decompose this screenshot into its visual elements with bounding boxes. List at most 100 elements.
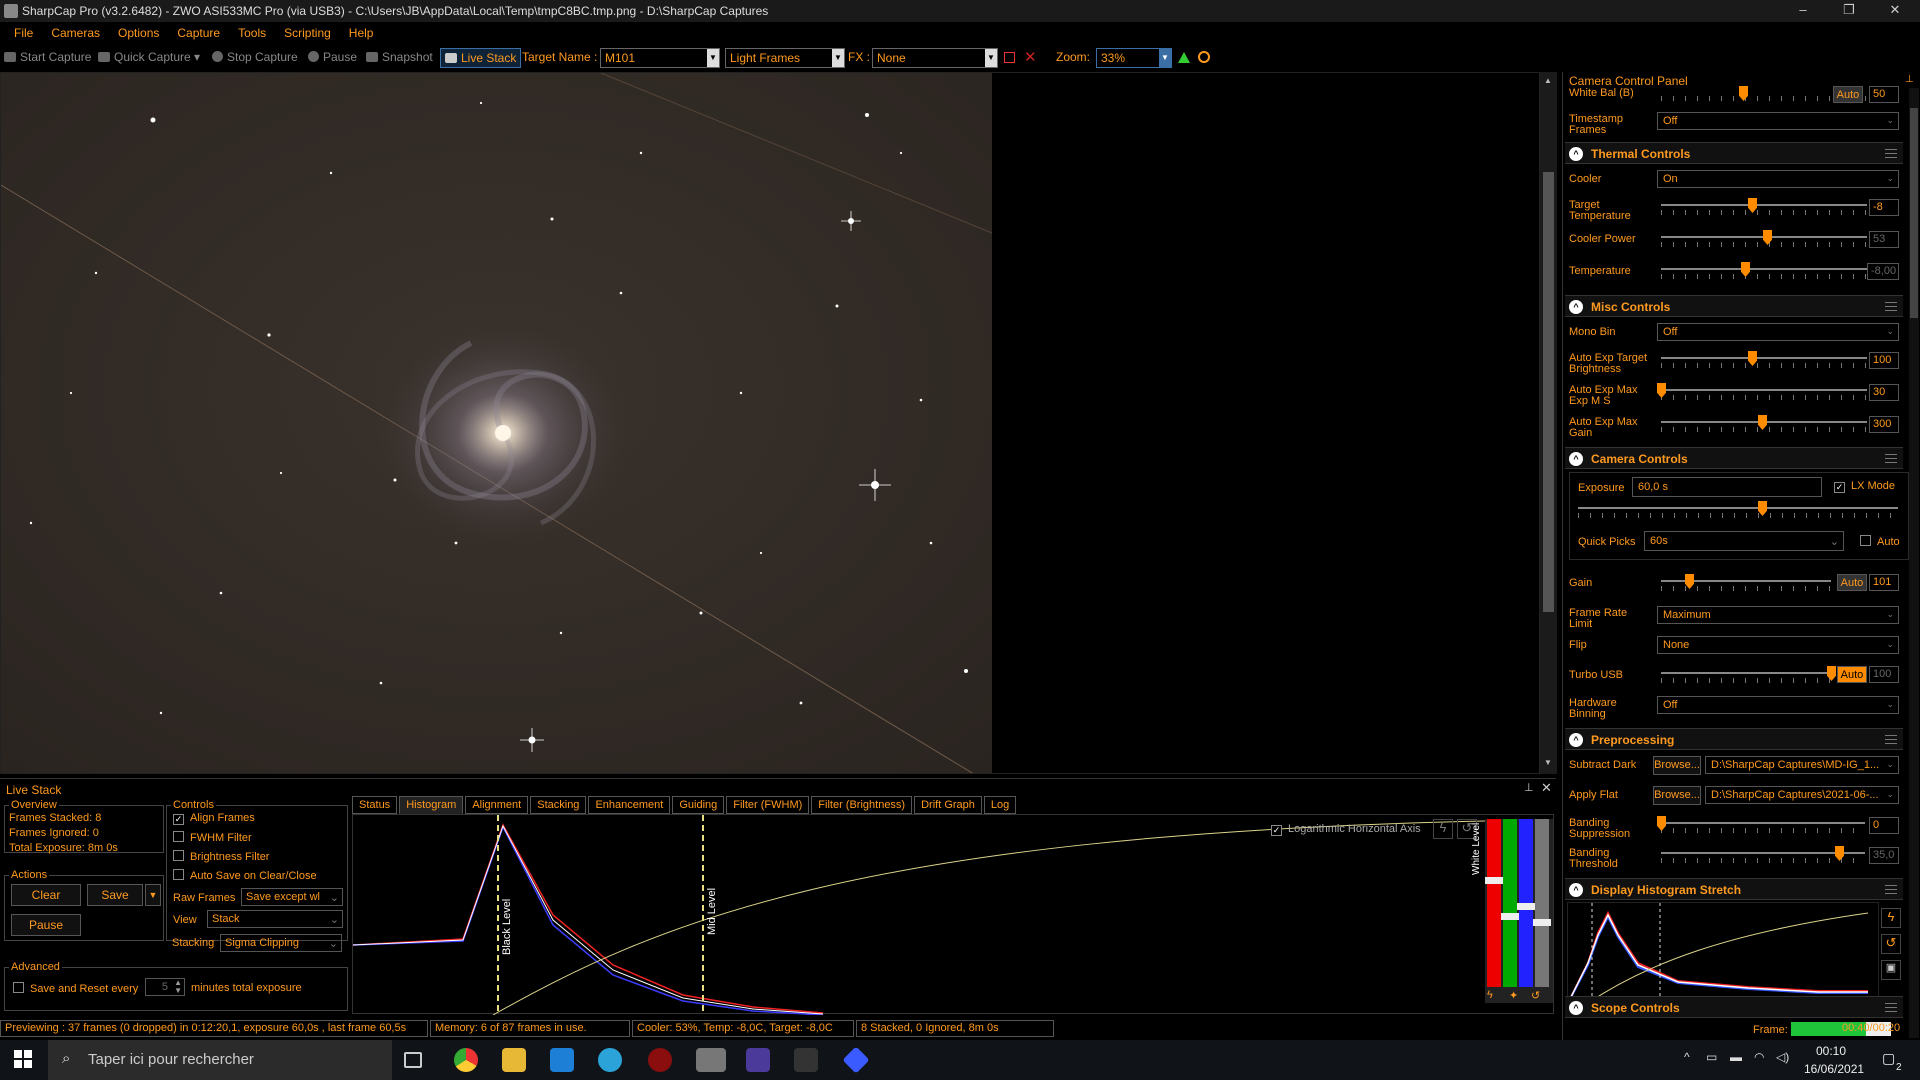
red-level-slider[interactable] <box>1487 819 1501 987</box>
menu-options[interactable]: Options <box>118 26 159 40</box>
preprocessing-header[interactable]: ^ Preprocessing <box>1565 728 1903 750</box>
save-dropdown-icon[interactable]: ▼ <box>145 884 161 906</box>
live-stack-histogram[interactable]: Black Level Mid Level ✓ Logarithmic Horiz… <box>352 814 1554 1016</box>
lx-mode-checkbox[interactable]: ✓ LX Mode <box>1834 480 1895 493</box>
task-view-icon[interactable] <box>404 1052 422 1068</box>
zoom-select[interactable]: 33% ▼ <box>1096 48 1172 68</box>
taskbar-search[interactable]: ⌕ Taper ici pour rechercher <box>48 1040 392 1080</box>
subtract-dark-select[interactable]: D:\SharpCap Captures\MD-IG_1... ⌄ <box>1705 756 1899 774</box>
menu-icon[interactable] <box>1885 735 1897 744</box>
frame-rate-select[interactable]: Maximum ⌄ <box>1657 606 1899 624</box>
tab-drift-graph[interactable]: Drift Graph <box>914 796 982 814</box>
notifications-icon[interactable]: ▢ <box>1882 1050 1895 1067</box>
raw-frames-select[interactable]: Save except wl ⌄ <box>241 888 343 906</box>
blue-handle[interactable] <box>1517 903 1535 910</box>
save-button[interactable]: Save <box>87 884 143 906</box>
scroll-thumb[interactable] <box>1543 172 1554 612</box>
stop-capture-button[interactable]: Stop Capture <box>212 50 298 64</box>
menu-icon[interactable] <box>1885 885 1897 894</box>
menu-file[interactable]: File <box>14 26 33 40</box>
selection-rect-icon[interactable] <box>1004 52 1015 63</box>
maximize-button[interactable]: ❐ <box>1826 0 1872 22</box>
chevron-down-icon[interactable]: ▼ <box>985 49 997 67</box>
menu-tools[interactable]: Tools <box>238 26 266 40</box>
tab-filter-fwhm[interactable]: Filter (FWHM) <box>726 796 810 814</box>
scroll-up-arrow-icon[interactable]: ▲ <box>1544 76 1552 85</box>
chevron-down-icon[interactable]: ▼ <box>1159 49 1171 67</box>
green-level-slider[interactable] <box>1503 819 1517 987</box>
tab-status[interactable]: Status <box>352 796 398 814</box>
cooler-select[interactable]: On ⌄ <box>1657 170 1899 188</box>
quick-capture-button[interactable]: Quick Capture ▾ <box>98 50 200 64</box>
menu-icon[interactable] <box>1885 1003 1897 1012</box>
misc-controls-header[interactable]: ^ Misc Controls <box>1565 295 1903 317</box>
auto-save-checkbox[interactable]: Auto Save on Clear/Close <box>173 869 317 882</box>
quick-picks-select[interactable]: 60s ⌄ <box>1644 531 1844 551</box>
volume-icon[interactable]: ◁) <box>1776 1050 1789 1064</box>
white-bal-value[interactable]: 50 <box>1869 86 1899 103</box>
tab-filter-brightness[interactable]: Filter (Brightness) <box>811 796 913 814</box>
ccp-scrollbar[interactable] <box>1909 88 1919 1038</box>
turbo-usb-auto-button[interactable]: Auto <box>1837 666 1867 683</box>
green-handle[interactable] <box>1501 913 1519 920</box>
menu-icon[interactable] <box>1885 454 1897 463</box>
save-reset-checkbox[interactable]: Save and Reset every <box>13 982 138 995</box>
clock-time[interactable]: 00:10 <box>1816 1044 1846 1058</box>
collapse-icon[interactable]: ^ <box>1569 883 1583 897</box>
pin-icon[interactable]: ⊥ <box>1905 74 1914 85</box>
collapse-icon[interactable]: ^ <box>1569 300 1583 314</box>
scope-controls-header[interactable]: ^ Scope Controls <box>1565 996 1903 1018</box>
mono-bin-select[interactable]: Off ⌄ <box>1657 323 1899 341</box>
stacking-select[interactable]: Sigma Clipping ⌄ <box>220 934 342 952</box>
fx-select[interactable]: None ▼ <box>872 48 998 68</box>
collapse-icon[interactable]: ^ <box>1569 1001 1583 1015</box>
gain-auto-button[interactable]: Auto <box>1837 574 1867 591</box>
frame-type-select[interactable]: Light Frames ▼ <box>725 48 845 68</box>
scroll-down-arrow-icon[interactable]: ▼ <box>1544 758 1552 767</box>
thermal-controls-header[interactable]: ^ Thermal Controls <box>1565 142 1903 164</box>
preview-scrollbar[interactable]: ▲ ▼ <box>1540 72 1557 774</box>
histogram-stretch-header[interactable]: ^ Display Histogram Stretch <box>1565 878 1903 900</box>
collapse-icon[interactable]: ^ <box>1569 733 1583 747</box>
hardware-binning-select[interactable]: Off ⌄ <box>1657 696 1899 714</box>
ae-target-value[interactable]: 100 <box>1869 352 1899 369</box>
lightning-icon[interactable]: ϟ <box>1487 989 1493 1001</box>
reset-icon[interactable]: ↺ <box>1881 934 1901 954</box>
reset-icon[interactable]: ↺ <box>1531 989 1540 1002</box>
quick-picks-auto-checkbox[interactable]: Auto <box>1860 535 1900 548</box>
sharpcap-icon[interactable] <box>696 1048 726 1072</box>
target-name-input[interactable]: M101 ▼ <box>600 48 720 68</box>
menu-icon[interactable] <box>1885 302 1897 311</box>
camera-controls-header[interactable]: ^ Camera Controls <box>1565 447 1903 469</box>
lightning-icon[interactable]: ϟ <box>1881 908 1901 928</box>
telescope-icon[interactable] <box>794 1048 818 1072</box>
tray-chevron-icon[interactable]: ^ <box>1684 1050 1690 1064</box>
crosshair-icon[interactable]: ✕ <box>1024 48 1037 66</box>
sky-image[interactable] <box>1 73 992 773</box>
close-panel-icon[interactable]: ✕ <box>1541 780 1552 796</box>
menu-scripting[interactable]: Scripting <box>284 26 331 40</box>
live-stack-button[interactable]: Live Stack <box>440 48 522 68</box>
tab-histogram[interactable]: Histogram <box>399 796 464 814</box>
white-bal-auto-button[interactable]: Auto <box>1833 86 1863 103</box>
pin-icon[interactable]: ⊥ <box>1524 781 1534 794</box>
snapshot-button[interactable]: Snapshot <box>366 50 433 64</box>
tab-alignment[interactable]: Alignment <box>465 796 529 814</box>
menu-cameras[interactable]: Cameras <box>51 26 100 40</box>
close-button[interactable]: ✕ <box>1872 0 1918 22</box>
minimize-button[interactable]: – <box>1780 0 1826 22</box>
star-icon[interactable]: ✦ <box>1509 989 1518 1002</box>
menu-capture[interactable]: Capture <box>177 26 220 40</box>
tab-log[interactable]: Log <box>983 796 1017 814</box>
mail-icon[interactable] <box>550 1048 574 1072</box>
stellarium-icon[interactable] <box>746 1048 770 1072</box>
lightning-icon[interactable]: ϟ <box>1433 819 1453 839</box>
chevron-down-icon[interactable]: ▼ <box>832 49 844 67</box>
tray-device-icon[interactable]: ▭ <box>1706 1050 1717 1064</box>
fwhm-filter-checkbox[interactable]: FWHM Filter <box>173 831 252 844</box>
menu-help[interactable]: Help <box>349 26 374 40</box>
exposure-input[interactable]: 60,0 s <box>1632 477 1822 497</box>
start-capture-button[interactable]: Start Capture <box>4 50 91 64</box>
collapse-icon[interactable]: ^ <box>1569 452 1583 466</box>
apply-flat-select[interactable]: D:\SharpCap Captures\2021-06-... ⌄ <box>1705 786 1899 804</box>
